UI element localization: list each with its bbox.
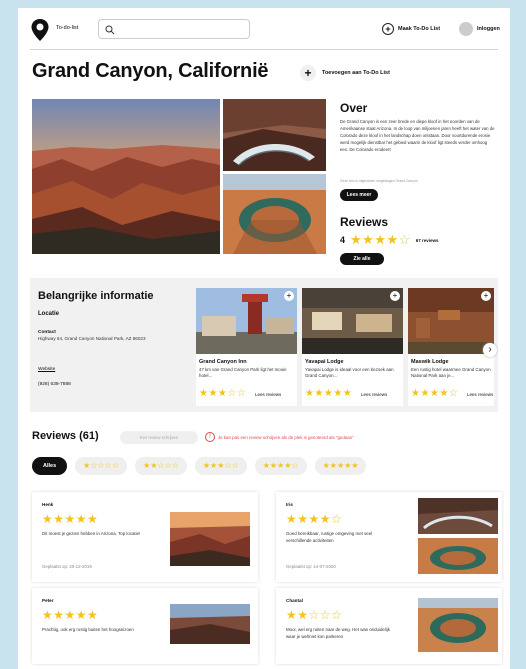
review-card: Iris ★★★★☆ Goed bereikbaar, rustige omge…	[276, 492, 502, 582]
add-hotel-icon[interactable]: +	[481, 291, 491, 301]
review-text: Goed bereikbaar, rustige omgeving met ve…	[286, 531, 373, 543]
login-button[interactable]: Inloggen	[459, 22, 500, 36]
logo-text[interactable]: To-do-list	[56, 25, 78, 31]
login-label: Inloggen	[477, 26, 500, 32]
hotel-card[interactable]: + Yavapai Lodge Yavapai Lodge is ideaal …	[302, 288, 403, 406]
hotel-name: Grand Canyon Inn	[199, 359, 247, 365]
hotel-desc: Een rustig hotel waarmee Grand Canyon Na…	[411, 367, 491, 378]
address-text: Highway 64, Grand Canyon National Park, …	[38, 336, 146, 341]
hotel-desc: Yavapai Lodge is ideaal voor een bezoek …	[305, 367, 394, 378]
add-hotel-icon[interactable]: +	[390, 291, 400, 301]
read-more-button[interactable]: Lees meer	[340, 189, 378, 201]
reviews-summary-heading: Reviews	[340, 215, 389, 229]
important-info-section: Belangrijke informatie Locatie Contact H…	[30, 278, 498, 412]
filter-3-star[interactable]: ★★★☆☆	[194, 457, 247, 475]
photo-horseshoe-bend[interactable]	[223, 174, 326, 254]
review-photo[interactable]	[170, 512, 250, 566]
hotel-stars: ★★★★☆	[411, 388, 459, 399]
review-card: Henk ★★★★★ Dit moest je gezien hebben in…	[32, 492, 258, 582]
warning-icon: !	[205, 432, 215, 442]
review-score: 4	[340, 235, 346, 245]
filter-all[interactable]: Alles	[32, 457, 68, 475]
info-heading: Belangrijke informatie	[38, 290, 154, 302]
reviewer-name: Chantal	[286, 598, 303, 603]
reviewer-name: Peter	[42, 598, 54, 603]
hotel-photo	[302, 288, 403, 354]
read-reviews-link[interactable]: Lees reviews	[467, 392, 493, 397]
hotel-photo	[196, 288, 297, 354]
read-reviews-link[interactable]: Lees reviews	[361, 392, 387, 397]
about-text: De Grand Canyon is een zeer brede en die…	[340, 119, 495, 152]
warning-text: Je kan pas een review schrijven als de p…	[218, 434, 354, 440]
hotel-name: Yavapai Lodge	[305, 359, 344, 365]
review-photo[interactable]	[170, 604, 250, 644]
hotel-card[interactable]: + Grand Canyon Inn 47 km van Grand Canyo…	[196, 288, 297, 406]
add-to-list-button[interactable]: + Toevoegen aan To-Do List	[300, 65, 390, 81]
review-photo[interactable]	[418, 598, 498, 652]
filter-2-star[interactable]: ★★☆☆☆	[135, 457, 187, 475]
photo-skywalk[interactable]	[223, 99, 326, 171]
plus-icon: +	[300, 65, 316, 81]
page-title: Grand Canyon, Californië	[32, 60, 269, 82]
about-heading: Over	[340, 101, 368, 115]
review-card: Chantal ★★☆☆☆ Mooi, wel erg ruiten naar …	[276, 588, 502, 664]
hotel-name: Maswik Lodge	[411, 359, 449, 365]
search-input[interactable]	[119, 23, 244, 36]
review-stars: ★★★★★	[42, 512, 99, 526]
write-review-button[interactable]: Een review schrijven	[120, 431, 198, 444]
page: To-do-list + Maak To-Do List Inloggen Gr…	[18, 8, 510, 669]
review-photo[interactable]	[418, 538, 498, 574]
add-to-list-label: Toevoegen aan To-Do List	[322, 70, 390, 76]
phone-number: (928) 638-7888	[38, 382, 71, 387]
plus-circle-icon: +	[382, 23, 394, 35]
filter-1-star[interactable]: ★☆☆☆☆	[75, 457, 128, 475]
contact-label: Contact	[38, 330, 56, 335]
review-stars: ★★★★☆	[286, 512, 343, 526]
review-text: Dit moest je gezien hebben in Arizona. T…	[42, 531, 141, 536]
add-hotel-icon[interactable]: +	[284, 291, 294, 301]
hotel-card[interactable]: + Maswik Lodge Een rustig hotel waarmee …	[408, 288, 494, 406]
search-box[interactable]	[98, 19, 250, 39]
review-stars: ★★☆☆☆	[286, 608, 343, 622]
review-stars: ★★★★★	[42, 608, 99, 622]
header: To-do-list + Maak To-Do List Inloggen	[18, 8, 510, 48]
make-list-button[interactable]: + Maak To-Do List	[382, 23, 440, 35]
about-caption: Deze foto is uitgesloten omgeslagen Gran…	[340, 179, 418, 183]
review-card: Peter ★★★★★ Prachtig, ook erg rustig bui…	[32, 588, 258, 664]
location-label: Locatie	[38, 311, 60, 317]
website-link[interactable]: Website	[38, 367, 55, 372]
reviews-summary-row: 4 ★★★★☆ 67 reviews	[340, 232, 439, 248]
hotel-stars: ★★★☆☆	[199, 388, 247, 399]
avatar	[459, 22, 473, 36]
review-warning: ! Je kan pas een review schrijven als de…	[205, 432, 354, 442]
reviewer-name: Henk	[42, 502, 54, 507]
star-filters: Alles ★☆☆☆☆ ★★☆☆☆ ★★★☆☆ ★★★★☆ ★★★★★	[32, 457, 367, 475]
read-reviews-link[interactable]: Lees reviews	[255, 392, 281, 397]
review-count: 67 reviews	[415, 237, 439, 243]
header-divider	[30, 49, 498, 50]
filter-4-star[interactable]: ★★★★☆	[254, 457, 307, 475]
hotel-stars: ★★★★★	[305, 388, 353, 399]
filter-5-star[interactable]: ★★★★★	[314, 457, 367, 475]
hotel-desc: 47 km van Grand Canyon Park ligt het moo…	[199, 367, 287, 378]
summary-stars: ★★★★☆	[350, 232, 411, 247]
review-date: Geplaatst op: 14-07-2020	[286, 564, 336, 569]
reviewer-name: Iris	[286, 502, 293, 507]
make-list-label: Maak To-Do List	[398, 26, 441, 32]
location-pin-icon[interactable]	[30, 18, 50, 42]
review-text: Mooi, wel erg ruiten naar de weg. Het wa…	[286, 627, 390, 639]
carousel-next-arrow-icon[interactable]: ›	[483, 343, 497, 357]
review-date: Geplaatst op: 20-12-2019	[42, 564, 92, 569]
review-text: Prachtig, ook erg rustig buiten het hoog…	[42, 627, 134, 632]
see-all-button[interactable]: Zie alle	[340, 253, 384, 265]
review-photo[interactable]	[418, 498, 498, 534]
photo-main-canyon[interactable]	[32, 99, 220, 254]
search-icon	[105, 25, 115, 35]
reviews-heading: Reviews (61)	[32, 430, 99, 442]
